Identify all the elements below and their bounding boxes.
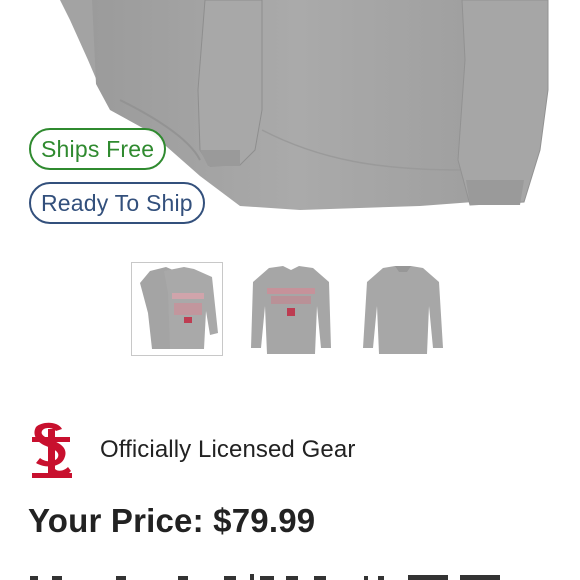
ready-to-ship-badge: Ready To Ship xyxy=(29,182,205,224)
thumbnail-front-view[interactable] xyxy=(245,262,337,356)
installment-info-cutoff xyxy=(28,562,580,580)
shirt-thumbnail-image xyxy=(251,266,331,354)
licensed-gear-row: Officially Licensed Gear xyxy=(28,420,355,480)
shirt-thumbnail-image xyxy=(140,267,218,349)
cardinals-stl-logo-icon xyxy=(32,422,72,478)
cutoff-text-glyphs xyxy=(30,574,500,580)
thumbnail-back-view[interactable] xyxy=(357,262,449,356)
ships-free-badge: Ships Free xyxy=(29,128,167,170)
officially-licensed-gear-text: Officially Licensed Gear xyxy=(100,436,356,463)
thumbnail-front-graphic-selected[interactable] xyxy=(131,262,223,356)
shirt-thumbnail-image xyxy=(363,266,443,354)
price-label: Your Price: $79.99 xyxy=(28,502,316,539)
product-hero-image[interactable]: Ships Free Ready To Ship xyxy=(0,0,580,232)
image-thumbnails xyxy=(0,262,580,358)
